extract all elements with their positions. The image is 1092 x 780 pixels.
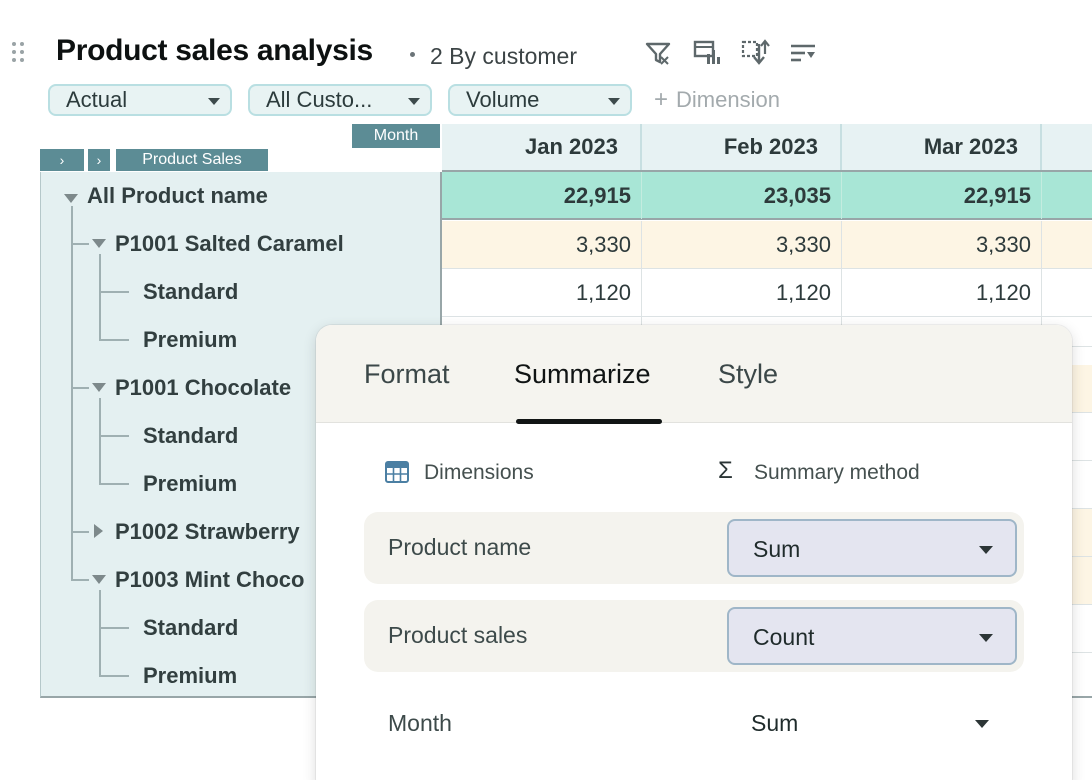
method-row-product-sales: Product sales Count <box>364 600 1024 672</box>
summary-method-select[interactable]: Count <box>727 607 1017 665</box>
plus-icon: + <box>654 86 669 113</box>
tree-line <box>99 435 129 437</box>
row-label-product[interactable]: P1001 Salted Caramel <box>115 231 344 257</box>
tab-summarize[interactable]: Summarize <box>514 359 651 390</box>
summary-method-select[interactable]: Sum <box>727 695 1017 753</box>
row-label-variant[interactable]: Standard <box>143 423 238 449</box>
add-dimension-label: Dimension <box>676 87 780 112</box>
summarize-popover: Format Summarize Style Dimensions Σ Summ… <box>316 325 1072 780</box>
swap-icon[interactable] <box>740 38 770 68</box>
drag-handle-icon[interactable] <box>12 42 26 64</box>
row-label-variant[interactable]: Premium <box>143 663 237 689</box>
data-cell[interactable]: 1,120 <box>842 269 1042 316</box>
summary-method-value: Sum <box>753 536 801 562</box>
scenario-filter[interactable]: Actual <box>48 84 232 116</box>
page-title: Product sales analysis <box>56 34 373 67</box>
row-label-all-products[interactable]: All Product name <box>87 183 268 209</box>
tree-line <box>99 675 129 677</box>
column-axis-chip[interactable]: Month <box>352 124 440 148</box>
sort-icon[interactable] <box>788 38 818 68</box>
popover-tab-bar: Format Summarize Style <box>316 325 1072 424</box>
title-separator <box>410 52 415 57</box>
row-label-product[interactable]: P1002 Strawberry <box>115 519 300 545</box>
tree-line <box>99 627 129 629</box>
customer-filter-label: All Custo... <box>266 87 373 112</box>
measure-filter-label: Volume <box>466 87 540 112</box>
dimension-name: Product sales <box>388 622 528 648</box>
active-tab-indicator <box>516 419 662 424</box>
summary-method-select[interactable]: Sum <box>727 519 1017 577</box>
customer-filter[interactable]: All Custo... <box>248 84 432 116</box>
filter-icon[interactable] <box>644 38 674 68</box>
column-header[interactable]: Mar 2023 <box>842 124 1042 170</box>
dimension-name: Month <box>388 710 452 736</box>
row-label-product[interactable]: P1001 Chocolate <box>115 375 291 401</box>
data-cell[interactable]: 3,330 <box>442 221 642 268</box>
summary-method-header: Summary method <box>754 461 920 484</box>
summary-method-value: Count <box>753 624 815 650</box>
tree-line <box>71 579 89 581</box>
tree-line <box>99 291 129 293</box>
chevron-down-icon <box>608 98 620 105</box>
column-header-row: Jan 2023 Feb 2023 Mar 2023 <box>442 124 1092 172</box>
collapse-toggle-icon[interactable] <box>64 194 78 203</box>
data-cell[interactable]: 23,035 <box>642 172 842 219</box>
measure-filter[interactable]: Volume <box>448 84 632 116</box>
data-cell[interactable]: 3,330 <box>642 221 842 268</box>
chevron-down-icon <box>979 634 993 642</box>
method-row-month: Month Sum <box>364 688 1024 760</box>
chevron-down-icon <box>208 98 220 105</box>
dimension-name: Product name <box>388 534 532 560</box>
column-header[interactable]: Feb 2023 <box>642 124 842 170</box>
row-label-variant[interactable]: Standard <box>143 279 238 305</box>
view-subtitle[interactable]: 2 By customer <box>430 43 577 70</box>
summary-method-value: Sum <box>751 710 799 736</box>
table-row: 1,120 1,120 1,120 <box>442 269 1092 317</box>
data-cell[interactable]: 3,330 <box>842 221 1042 268</box>
sigma-icon: Σ <box>718 457 733 484</box>
column-header[interactable]: Jan 2023 <box>442 124 642 170</box>
tree-line <box>71 206 73 580</box>
expand-level-button[interactable]: › <box>88 149 110 171</box>
table-row-total: 22,915 23,035 22,915 <box>442 172 1092 220</box>
chevron-down-icon <box>975 720 989 728</box>
data-cell[interactable]: 22,915 <box>442 172 642 219</box>
row-label-product[interactable]: P1003 Mint Choco <box>115 567 304 593</box>
tree-line <box>71 387 89 389</box>
tree-line <box>99 398 101 484</box>
scenario-filter-label: Actual <box>66 87 128 112</box>
chart-settings-icon[interactable] <box>692 38 722 68</box>
tree-line <box>99 483 129 485</box>
chevron-down-icon <box>408 98 420 105</box>
collapse-toggle-icon[interactable] <box>92 383 106 392</box>
tree-line <box>71 243 89 245</box>
row-label-variant[interactable]: Standard <box>143 615 238 641</box>
tree-line <box>99 254 101 340</box>
dimensions-header: Dimensions <box>424 461 534 484</box>
table-row-subtotal: 3,330 3,330 3,330 <box>442 221 1092 269</box>
tree-line <box>99 339 129 341</box>
expand-all-button[interactable]: › <box>40 149 84 171</box>
method-row-product-name: Product name Sum <box>364 512 1024 584</box>
add-dimension-button[interactable]: + Dimension <box>654 86 780 114</box>
row-axis-chip[interactable]: Product Sales <box>116 149 268 171</box>
tree-line <box>99 590 101 676</box>
tree-line <box>71 531 89 533</box>
data-cell[interactable]: 1,120 <box>442 269 642 316</box>
tab-style[interactable]: Style <box>718 359 778 390</box>
tab-format[interactable]: Format <box>364 359 450 390</box>
expand-toggle-icon[interactable] <box>94 524 103 538</box>
row-label-variant[interactable]: Premium <box>143 327 237 353</box>
collapse-toggle-icon[interactable] <box>92 239 106 248</box>
chevron-down-icon <box>979 546 993 554</box>
row-label-variant[interactable]: Premium <box>143 471 237 497</box>
table-icon <box>384 459 410 485</box>
data-cell[interactable]: 22,915 <box>842 172 1042 219</box>
data-cell[interactable]: 1,120 <box>642 269 842 316</box>
collapse-toggle-icon[interactable] <box>92 575 106 584</box>
